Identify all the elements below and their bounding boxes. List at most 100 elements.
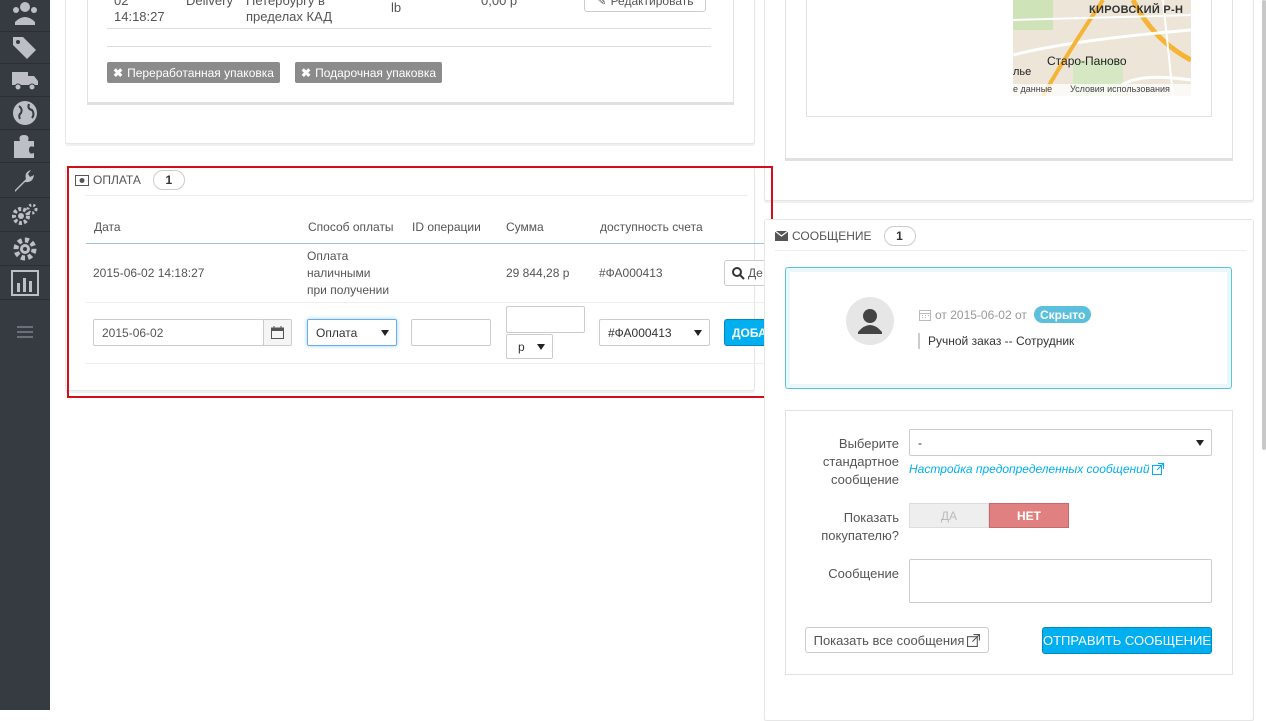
payment-header: ОПЛАТА 1	[75, 170, 185, 190]
message-textarea[interactable]	[909, 559, 1212, 603]
tag-gift-packaging[interactable]: ✖ Подарочная упаковка	[295, 62, 443, 83]
payment-amount-input[interactable]	[506, 306, 585, 333]
col-amount: Сумма	[506, 220, 544, 234]
calendar-icon	[271, 326, 284, 339]
map-data-link[interactable]: е данные	[1013, 84, 1052, 94]
show-customer-label-2: покупателю?	[821, 528, 899, 543]
remove-icon: ✖	[301, 65, 312, 80]
globe-icon[interactable]	[8, 98, 42, 128]
cogs-icon[interactable]	[8, 200, 42, 230]
add-payment-button[interactable]: ДОБА	[724, 319, 764, 346]
payment-method-l2: наличными	[307, 266, 371, 280]
chevron-down-icon	[537, 343, 545, 350]
messages-count-badge: 1	[883, 226, 916, 246]
map-widget[interactable]: КИРОВСКИЙ Р-Н Старо-Паново льe е данные …	[1013, 0, 1191, 96]
payment-invoice-value: #ФА000413	[608, 325, 672, 340]
payment-invoice-select[interactable]: #ФА000413	[599, 319, 710, 346]
payment-method-select[interactable]: Оплата	[307, 319, 397, 346]
external-link-icon	[1151, 463, 1164, 475]
payment-amount: 29 844,28 р	[506, 266, 570, 280]
hidden-status-badge: Скрыто	[1034, 306, 1092, 323]
map-terms-link[interactable]: Условия использования	[1070, 84, 1170, 94]
template-settings-link[interactable]: Настройка предопределенных сообщений	[909, 462, 1164, 476]
payment-method-l3: при получении	[307, 283, 390, 297]
map-district: КИРОВСКИЙ Р-Н	[1089, 4, 1184, 16]
messages-header: СООБЩЕНИЕ 1	[775, 226, 916, 246]
edit-shipping-button[interactable]: ✎ Редактировать	[584, 0, 706, 12]
add-payment-label: ДОБА	[732, 325, 764, 340]
wrench-icon[interactable]	[8, 166, 42, 196]
payment-invoice: #ФА000413	[599, 266, 663, 280]
map-place: Старо-Паново	[1047, 54, 1127, 68]
payment-details-button[interactable]: Де	[724, 260, 764, 286]
template-label-1: Выберите	[838, 436, 899, 451]
payment-date-input[interactable]: 2015-06-02	[93, 319, 264, 346]
message-author: Ручной заказ -- Сотрудник	[928, 334, 1075, 348]
scrollbar-thumb[interactable]	[1262, 0, 1266, 450]
template-select[interactable]: -	[909, 429, 1212, 456]
envelope-icon	[775, 231, 788, 241]
chevron-down-icon	[694, 329, 702, 336]
send-message-label: ОТПРАВИТЬ СООБЩЕНИЕ	[1042, 633, 1212, 648]
col-op-id: ID операции	[412, 220, 481, 234]
puzzle-icon[interactable]	[8, 131, 42, 161]
tag-label: Переработанная упаковка	[127, 65, 274, 80]
tag-label: Подарочная упаковка	[315, 65, 437, 80]
users-icon[interactable]	[8, 0, 42, 30]
col-date: Дата	[94, 220, 121, 234]
pencil-icon: ✎	[596, 0, 607, 8]
payment-currency-select[interactable]: р	[506, 334, 553, 359]
money-icon	[75, 174, 89, 186]
chevron-down-icon	[1196, 439, 1204, 446]
payment-method-value: Оплата	[316, 325, 358, 340]
shipping-date: 02	[114, 0, 129, 8]
message-date: от 2015-06-02 от	[935, 308, 1027, 322]
shipping-subpanel	[87, 0, 734, 103]
calendar-button[interactable]	[263, 319, 292, 346]
truck-icon[interactable]	[8, 65, 42, 95]
col-invoice: доступность счета	[600, 220, 703, 234]
col-method: Способ оплаты	[308, 220, 394, 234]
shipping-desc-2: пределах КАД	[246, 9, 333, 24]
payment-count-badge: 1	[152, 170, 185, 190]
show-all-messages-button[interactable]: Показать все сообщения	[805, 627, 989, 653]
external-link-icon	[967, 633, 981, 647]
show-yes-label: ДА	[940, 508, 958, 523]
message-label: Сообщение	[828, 566, 899, 581]
template-select-value: -	[918, 435, 922, 450]
show-no-toggle[interactable]: НЕТ	[989, 503, 1069, 528]
payment-currency-value: р	[518, 339, 525, 354]
payment-details-label: Де	[748, 266, 763, 280]
tag-recycled-packaging[interactable]: ✖ Переработанная упаковка	[107, 62, 280, 83]
shipping-carrier: Delivery	[186, 0, 233, 8]
menu-icon[interactable]	[17, 326, 33, 341]
edit-shipping-label: Редактировать	[610, 0, 694, 8]
show-no-label: НЕТ	[1017, 508, 1041, 523]
shipping-time: 14:18:27	[114, 9, 165, 24]
payment-date-input-value: 2015-06-02	[102, 325, 164, 340]
messages-title: СООБЩЕНИЕ	[792, 229, 872, 243]
message-meta: от 2015-06-02 от	[919, 308, 1027, 322]
send-message-button[interactable]: ОТПРАВИТЬ СООБЩЕНИЕ	[1042, 627, 1212, 654]
template-label-2: стандартное	[822, 454, 899, 469]
map-place-prefix: льe	[1013, 66, 1032, 78]
shipping-desc-1: Петербургу в	[246, 0, 325, 8]
payment-method-l1: Оплата	[307, 249, 349, 263]
calendar-icon	[919, 310, 931, 321]
payment-title: ОПЛАТА	[93, 173, 141, 187]
show-all-messages-label: Показать все сообщения	[813, 632, 965, 648]
chevron-down-icon	[381, 329, 389, 336]
stats-icon[interactable]	[8, 268, 42, 298]
admin-sidebar	[0, 0, 50, 710]
tags-icon[interactable]	[8, 32, 42, 62]
shipping-price: 0,00 р	[481, 0, 518, 8]
shipping-weight: lb	[391, 0, 402, 15]
gear-icon[interactable]	[8, 234, 42, 264]
template-label-3: сообщение	[830, 472, 899, 487]
payment-date: 2015-06-02 14:18:27	[93, 266, 205, 280]
show-yes-toggle[interactable]: ДА	[909, 503, 989, 528]
avatar	[846, 297, 894, 345]
search-icon	[732, 266, 745, 280]
payment-op-id-input[interactable]	[411, 319, 491, 346]
remove-icon: ✖	[113, 65, 124, 80]
